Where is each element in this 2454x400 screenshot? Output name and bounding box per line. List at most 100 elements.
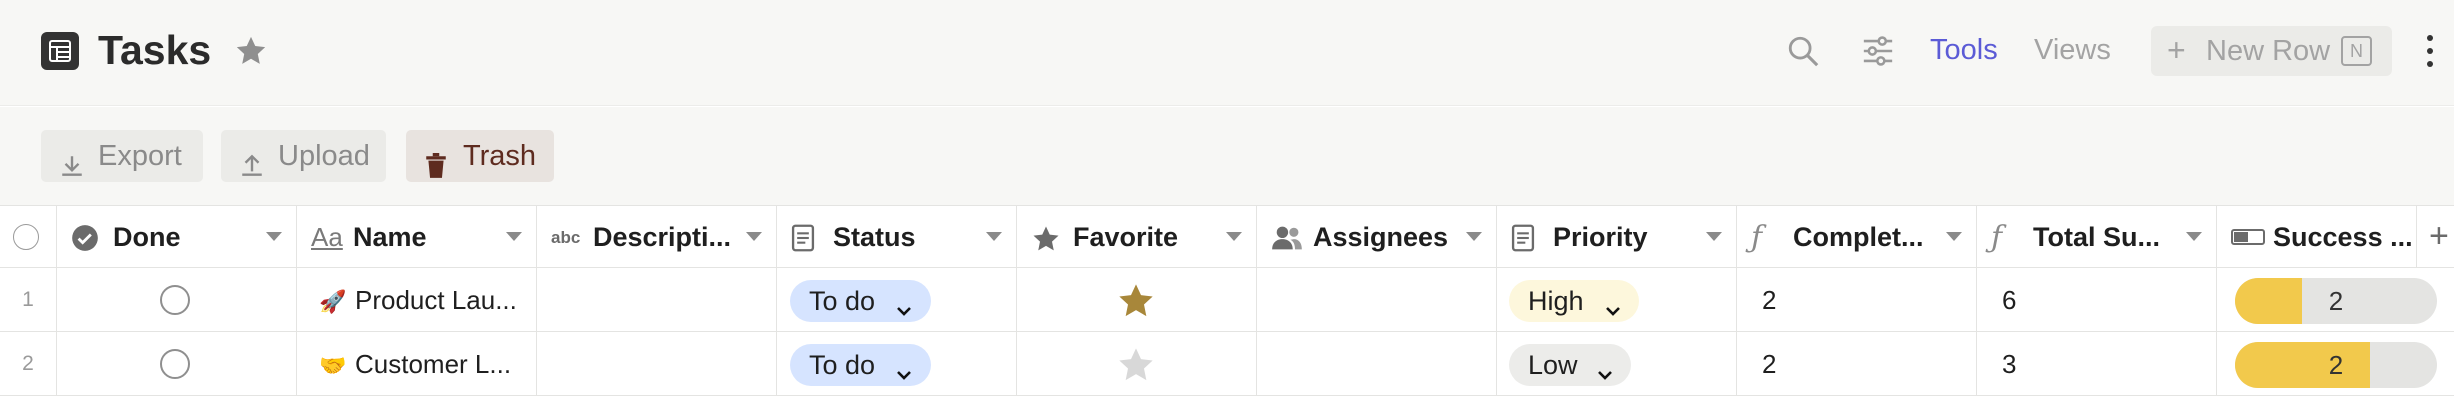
total-value: 6 (2002, 285, 2017, 315)
plus-icon: + (2167, 32, 2186, 68)
chevron-down-icon[interactable] (986, 232, 1002, 241)
abc-icon: abc (551, 228, 581, 247)
row-number: 2 (22, 352, 34, 375)
total-cell: 3 (1977, 332, 2217, 395)
text-aa-icon: Aa (311, 222, 343, 252)
column-label: Success ... (2273, 222, 2413, 252)
task-name: Product Lau... (355, 285, 517, 315)
status-pill[interactable]: To do (790, 344, 931, 386)
chevron-down-icon[interactable] (1466, 232, 1482, 241)
document-icon (1511, 224, 1535, 257)
total-cell: 6 (1977, 268, 2217, 331)
data-table: Done Aa Name abc Descripti... Status Fav… (0, 205, 2454, 400)
shortcut-badge: N (2341, 36, 2372, 66)
chevron-down-icon[interactable] (1226, 232, 1242, 241)
name-cell[interactable]: 🚀 Product Lau... (297, 268, 537, 331)
column-header-total[interactable]: ƒ Total Su... (1977, 206, 2217, 267)
download-icon (59, 144, 85, 196)
column-label: Assignees (1313, 222, 1449, 252)
priority-label: High (1528, 286, 1584, 316)
status-cell[interactable]: To do (777, 268, 1017, 331)
column-header-success[interactable]: Success ... (2217, 206, 2417, 267)
new-row-label: New Row (2206, 35, 2331, 67)
column-header-description[interactable]: abc Descripti... (537, 206, 777, 267)
column-header-priority[interactable]: Priority (1497, 206, 1737, 267)
star-icon (1031, 224, 1061, 259)
chevron-down-icon (894, 291, 914, 331)
chevron-down-icon (1595, 355, 1615, 395)
favorite-cell[interactable] (1017, 332, 1257, 395)
column-label: Status (833, 222, 916, 252)
rocket-icon: 🚀 (319, 289, 347, 314)
priority-pill[interactable]: Low (1509, 344, 1631, 386)
table-icon (41, 32, 79, 70)
toolbar: Export Upload Trash (0, 107, 2454, 205)
assignees-cell[interactable] (1257, 268, 1497, 331)
table-header-row: Done Aa Name abc Descripti... Status Fav… (0, 205, 2454, 268)
column-label: Priority (1553, 222, 1648, 252)
chevron-down-icon[interactable] (1946, 232, 1962, 241)
row-number-cell: 1 (0, 268, 57, 331)
row-number: 1 (22, 288, 34, 311)
page-title: Tasks (98, 27, 212, 73)
column-header-done[interactable]: Done (57, 206, 297, 267)
add-column-icon[interactable]: + (2429, 216, 2449, 256)
search-icon[interactable] (1786, 34, 1820, 73)
progress-value: 2 (2328, 286, 2344, 316)
column-header-assignees[interactable]: Assignees (1257, 206, 1497, 267)
more-icon[interactable] (2426, 32, 2434, 75)
column-header-favorite[interactable]: Favorite (1017, 206, 1257, 267)
chevron-down-icon[interactable] (506, 232, 522, 241)
formula-icon: ƒ (1991, 220, 2003, 255)
priority-label: Low (1528, 350, 1578, 380)
done-cell (57, 268, 297, 331)
table-row[interactable]: 1 🚀 Product Lau... To do High 2 6 2 (0, 268, 2454, 332)
select-all-checkbox[interactable] (13, 224, 39, 250)
trash-label: Trash (463, 140, 537, 172)
export-button[interactable]: Export (41, 130, 203, 182)
description-cell[interactable] (537, 332, 777, 395)
new-row-button[interactable]: + New Row N (2151, 26, 2392, 76)
formula-icon: ƒ (1751, 220, 1763, 255)
star-icon[interactable] (234, 34, 268, 73)
status-cell[interactable]: To do (777, 332, 1017, 395)
row-number-cell: 2 (0, 332, 57, 395)
column-label: Favorite (1073, 222, 1179, 252)
name-cell[interactable]: 🤝 Customer L... (297, 332, 537, 395)
priority-cell[interactable]: Low (1497, 332, 1737, 395)
status-pill[interactable]: To do (790, 280, 931, 322)
select-all-cell (0, 206, 57, 267)
completed-cell: 2 (1737, 332, 1977, 395)
chevron-down-icon[interactable] (266, 232, 282, 241)
upload-icon (239, 144, 265, 196)
favorite-star-icon[interactable] (1116, 345, 1156, 390)
filter-icon[interactable] (1860, 34, 1896, 73)
upload-button[interactable]: Upload (221, 130, 386, 182)
chevron-down-icon[interactable] (2186, 232, 2202, 241)
favorite-star-icon[interactable] (1116, 281, 1156, 326)
assignees-cell[interactable] (1257, 332, 1497, 395)
done-checkbox[interactable] (160, 349, 190, 379)
column-header-status[interactable]: Status (777, 206, 1017, 267)
trash-icon (424, 144, 448, 196)
progress-value: 2 (2328, 350, 2344, 380)
tab-tools[interactable]: Tools (1930, 32, 1998, 68)
total-value: 3 (2002, 349, 2017, 379)
chevron-down-icon[interactable] (1706, 232, 1722, 241)
trash-button[interactable]: Trash (406, 130, 554, 182)
priority-cell[interactable]: High (1497, 268, 1737, 331)
progress-icon (2231, 229, 2265, 250)
description-cell[interactable] (537, 268, 777, 331)
chevron-down-icon[interactable] (746, 232, 762, 241)
done-checkbox[interactable] (160, 285, 190, 315)
column-header-name[interactable]: Aa Name (297, 206, 537, 267)
priority-pill[interactable]: High (1509, 280, 1639, 322)
column-label: Total Su... (2033, 222, 2160, 252)
people-icon (1271, 224, 1303, 257)
table-row[interactable]: 2 🤝 Customer L... To do Low 2 3 2 (0, 332, 2454, 396)
progress-bar: 2 (2235, 278, 2437, 324)
completed-value: 2 (1762, 285, 1777, 315)
column-header-completed[interactable]: ƒ Complet... (1737, 206, 1977, 267)
favorite-cell[interactable] (1017, 268, 1257, 331)
tab-views[interactable]: Views (2034, 32, 2111, 68)
